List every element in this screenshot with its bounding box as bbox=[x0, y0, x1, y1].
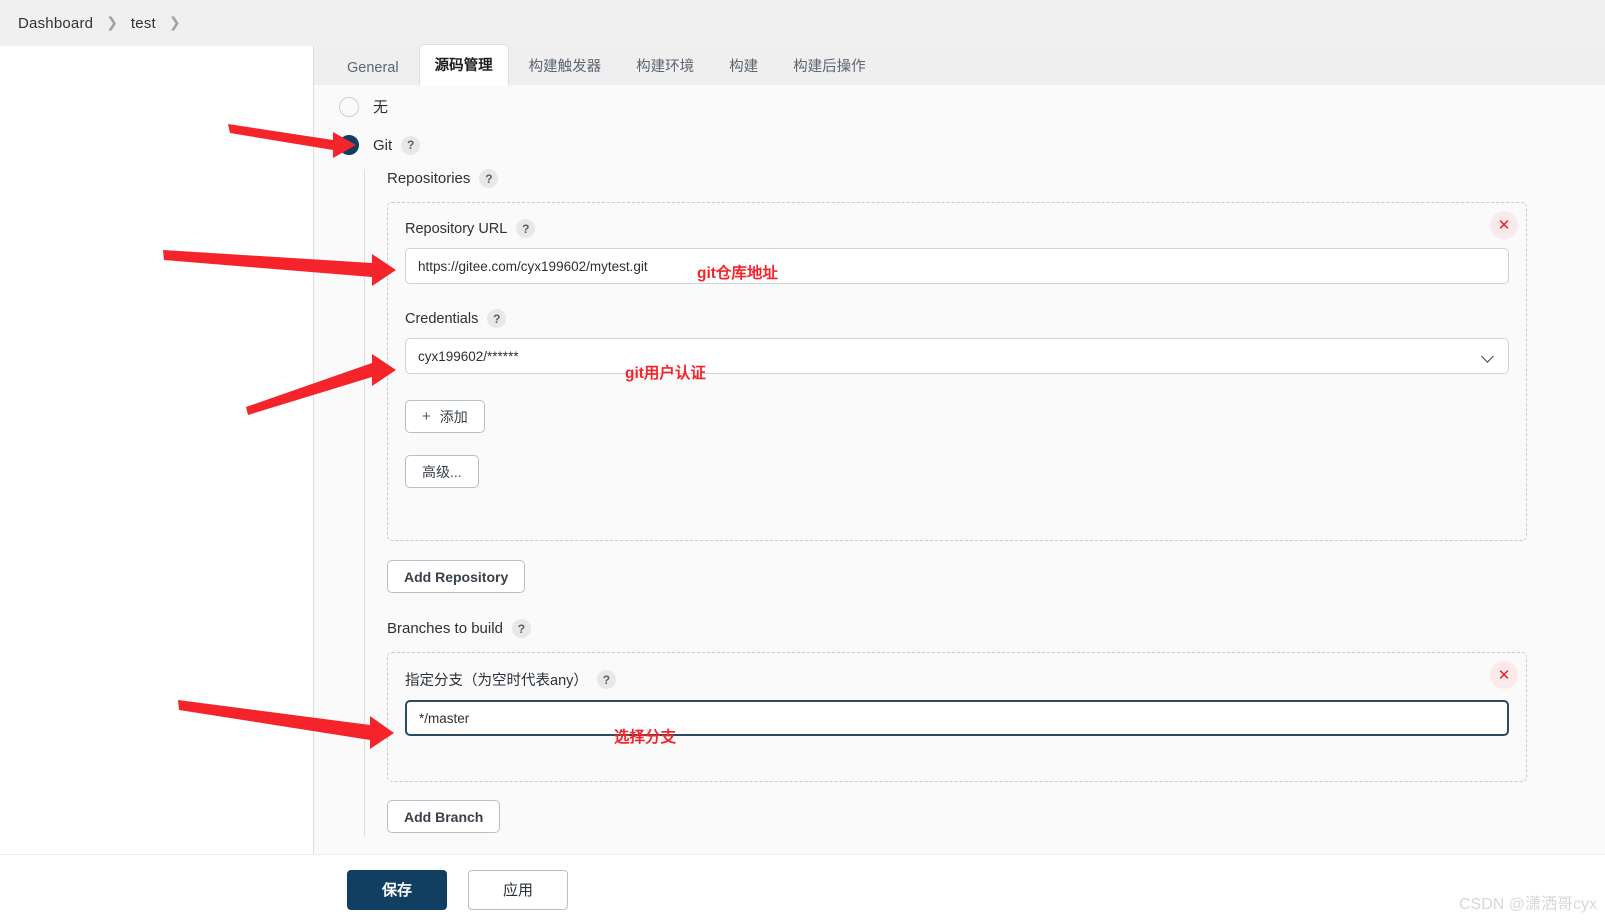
credentials-selected-value: cyx199602/****** bbox=[418, 348, 519, 364]
scm-option-git-label: Git bbox=[373, 136, 393, 154]
repository-url-label-text: Repository URL bbox=[405, 220, 508, 237]
form-action-bar: 保存 应用 bbox=[0, 854, 1605, 924]
chevron-down-icon bbox=[1482, 350, 1495, 363]
add-branch-button[interactable]: Add Branch bbox=[387, 800, 501, 833]
scm-option-git[interactable]: Git ? bbox=[314, 135, 1605, 155]
tab-general[interactable]: General bbox=[332, 51, 414, 85]
apply-button[interactable]: 应用 bbox=[468, 869, 568, 910]
add-repository-button[interactable]: Add Repository bbox=[387, 560, 526, 593]
save-button[interactable]: 保存 bbox=[347, 869, 447, 910]
help-icon-credentials[interactable]: ? bbox=[487, 309, 507, 328]
credentials-label: Credentials ? bbox=[405, 309, 1509, 328]
config-tabs: General 源码管理 构建触发器 构建环境 构建 构建后操作 bbox=[314, 44, 1605, 86]
add-credentials-label: 添加 bbox=[439, 408, 468, 425]
tab-post-build-actions[interactable]: 构建后操作 bbox=[778, 46, 881, 85]
credentials-label-text: Credentials bbox=[405, 310, 479, 327]
help-icon-repositories[interactable]: ? bbox=[479, 169, 499, 188]
annotation-select-branch: 选择分支 bbox=[614, 729, 677, 746]
breadcrumb: Dashboard ❯ test ❯ bbox=[0, 0, 1605, 46]
branch-spec-label-text: 指定分支（为空时代表any） bbox=[405, 673, 588, 689]
repository-block: ✕ Repository URL ? Credentials ? cyx1996… bbox=[387, 202, 1527, 541]
chevron-right-icon: ❯ bbox=[106, 15, 118, 31]
remove-branch-button[interactable]: ✕ bbox=[1490, 661, 1518, 689]
help-icon-repository-url[interactable]: ? bbox=[516, 219, 536, 238]
help-icon-branch-spec[interactable]: ? bbox=[596, 670, 616, 689]
breadcrumb-item-test[interactable]: test bbox=[131, 15, 156, 32]
breadcrumb-item-dashboard[interactable]: Dashboard bbox=[18, 15, 93, 32]
scm-option-none-label: 无 bbox=[373, 99, 389, 116]
help-icon-branches[interactable]: ? bbox=[511, 619, 531, 638]
branch-spec-input[interactable] bbox=[405, 700, 1509, 736]
repository-url-label: Repository URL ? bbox=[405, 219, 1509, 238]
tab-build-triggers[interactable]: 构建触发器 bbox=[514, 46, 617, 85]
branch-block: ✕ 指定分支（为空时代表any） ? bbox=[387, 652, 1527, 782]
credentials-select[interactable]: cyx199602/****** bbox=[405, 338, 1509, 374]
add-credentials-button[interactable]: + 添加 bbox=[405, 400, 485, 433]
branch-spec-label: 指定分支（为空时代表any） ? bbox=[405, 669, 1509, 690]
annotation-git-credentials: git用户认证 bbox=[625, 365, 706, 382]
annotation-git-repo-url: git仓库地址 bbox=[697, 265, 778, 282]
scm-form: 无 Git ? Repositories ? ✕ Repository URL … bbox=[314, 85, 1605, 924]
tab-source-code-management[interactable]: 源码管理 bbox=[418, 44, 509, 86]
repositories-section-label: Repositories ? bbox=[387, 169, 1605, 188]
help-icon-git[interactable]: ? bbox=[401, 135, 421, 155]
repository-url-input[interactable] bbox=[405, 248, 1509, 284]
repositories-label-text: Repositories bbox=[387, 170, 471, 187]
sidebar-pane bbox=[0, 46, 313, 924]
tab-build[interactable]: 构建 bbox=[714, 46, 773, 85]
radio-none[interactable] bbox=[339, 96, 359, 117]
branches-section-label: Branches to build ? bbox=[387, 619, 1605, 638]
plus-icon: + bbox=[422, 408, 431, 425]
scm-option-none[interactable]: 无 bbox=[314, 96, 1605, 117]
radio-git[interactable] bbox=[339, 135, 359, 155]
chevron-right-icon: ❯ bbox=[168, 15, 181, 31]
advanced-button[interactable]: 高级... bbox=[405, 455, 479, 488]
git-config-group: Repositories ? ✕ Repository URL ? Creden… bbox=[364, 169, 1605, 837]
tab-build-environment[interactable]: 构建环境 bbox=[621, 46, 709, 85]
csdn-watermark: CSDN @潇洒哥cyx bbox=[1458, 896, 1597, 913]
remove-repository-button[interactable]: ✕ bbox=[1490, 211, 1518, 239]
branches-label-text: Branches to build bbox=[387, 620, 503, 637]
configuration-panel: General 源码管理 构建触发器 构建环境 构建 构建后操作 无 Git ?… bbox=[314, 44, 1605, 924]
